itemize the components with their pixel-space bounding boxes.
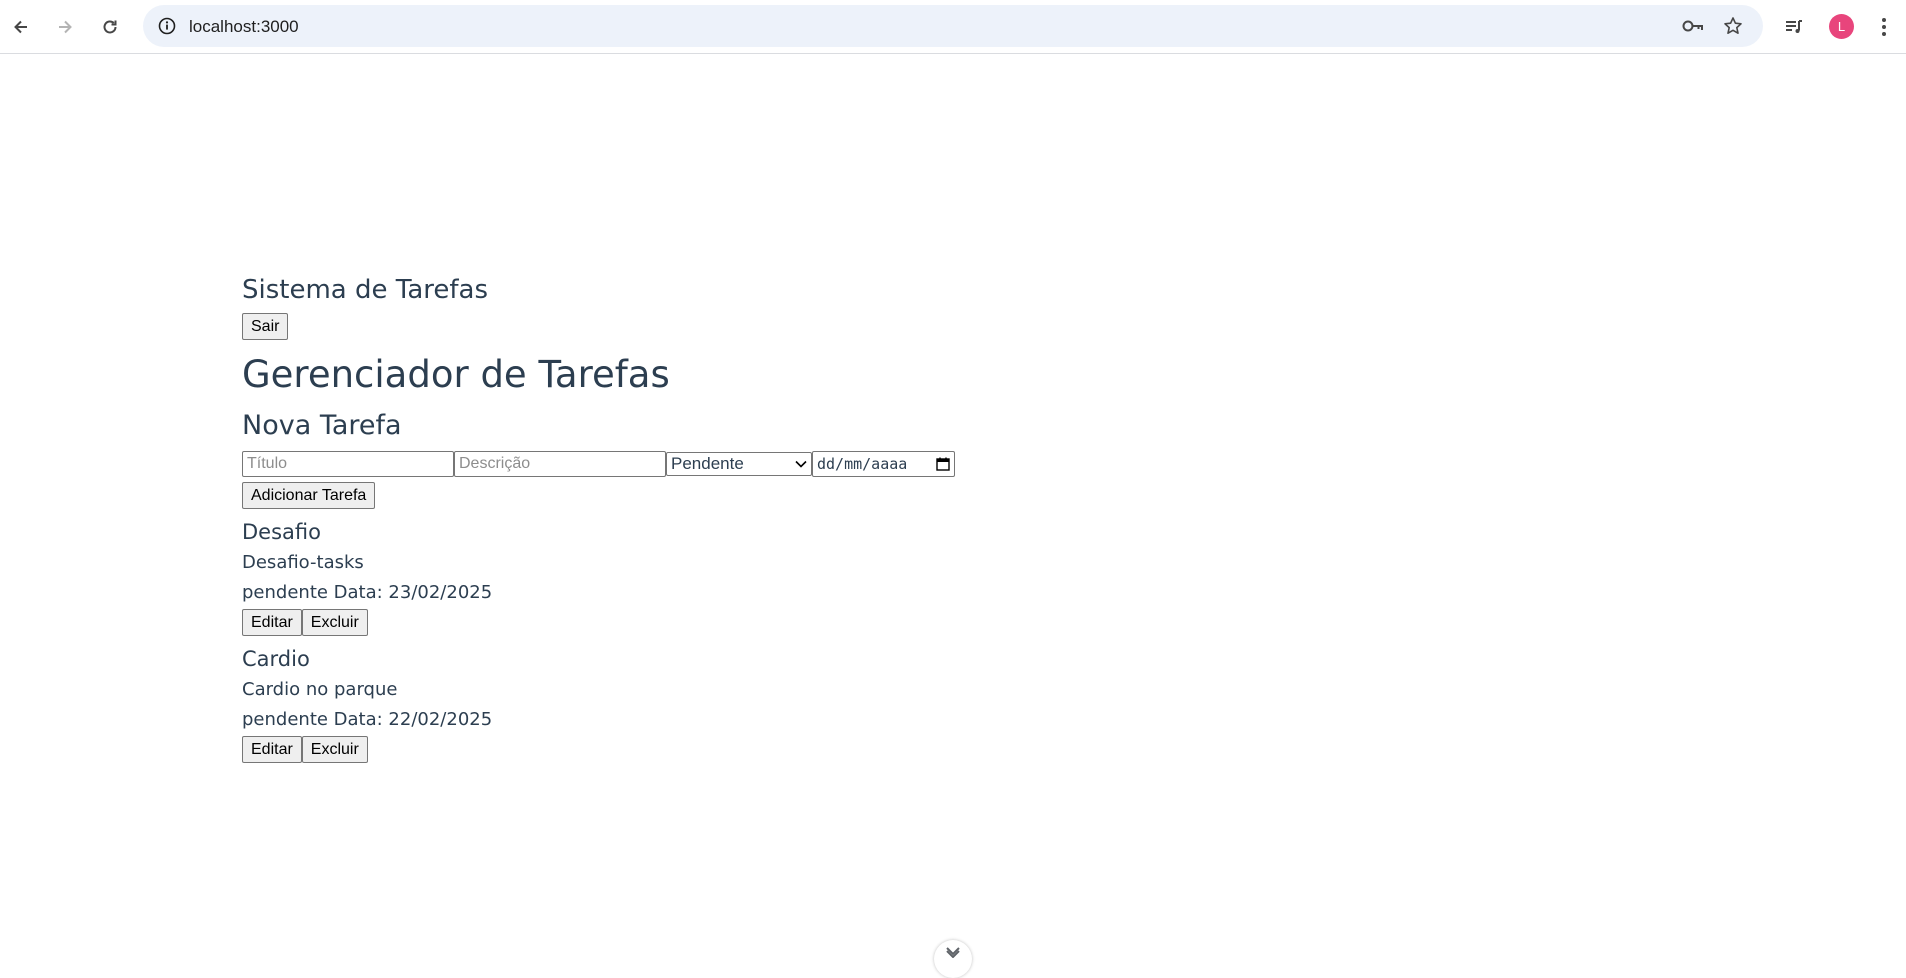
task-status-date: pendente Data: 23/02/2025: [242, 582, 493, 603]
add-task-button[interactable]: Adicionar Tarefa: [242, 482, 376, 509]
address-bar[interactable]: localhost:3000: [143, 5, 1763, 47]
profile-avatar[interactable]: L: [1829, 14, 1854, 39]
logout-button[interactable]: Sair: [242, 313, 289, 340]
media-queue-button[interactable]: [1778, 11, 1810, 43]
edit-task-button[interactable]: Editar: [242, 609, 302, 636]
site-info-button[interactable]: [155, 14, 179, 38]
app-container: Sistema de Tarefas Sair Gerenciador de T…: [242, 270, 1242, 764]
chrome-menu-button[interactable]: [1868, 11, 1900, 43]
task-title: Cardio: [242, 647, 310, 671]
calendar-icon[interactable]: [936, 457, 950, 471]
reload-button[interactable]: [94, 11, 126, 43]
new-task-heading: Nova Tarefa: [242, 410, 402, 441]
task-title: Desafio: [242, 520, 321, 544]
task-item: Desafio Desafio-tasks pendente Data: 23/…: [242, 516, 1242, 637]
forward-button[interactable]: [49, 11, 81, 43]
date-placeholder: dd/mm/aaaa: [817, 455, 908, 473]
chevron-down-icon: [946, 947, 960, 958]
password-button[interactable]: [1681, 14, 1705, 38]
key-icon: [1682, 20, 1703, 32]
site-info-icon: [158, 17, 176, 35]
title-input[interactable]: [242, 451, 454, 477]
delete-task-button[interactable]: Excluir: [301, 736, 368, 763]
date-input[interactable]: dd/mm/aaaa: [812, 451, 955, 477]
task-item: Cardio Cardio no parque pendente Data: 2…: [242, 643, 1242, 764]
edit-task-button[interactable]: Editar: [242, 736, 302, 763]
star-icon: [1724, 17, 1742, 34]
description-input[interactable]: [454, 451, 666, 477]
delete-task-button[interactable]: Excluir: [301, 609, 368, 636]
back-button[interactable]: [5, 11, 37, 43]
url-text[interactable]: localhost:3000: [189, 17, 299, 37]
media-queue-icon: [1786, 20, 1802, 33]
page-title: Gerenciador de Tarefas: [242, 353, 670, 396]
chevron-down-icon: [795, 460, 807, 468]
app-title: Sistema de Tarefas: [242, 275, 489, 305]
task-description: Cardio no parque: [242, 679, 398, 700]
task-status-date: pendente Data: 22/02/2025: [242, 709, 493, 730]
bookmark-button[interactable]: [1721, 14, 1745, 38]
reload-icon: [103, 20, 117, 34]
menu-dots-icon: [1882, 18, 1886, 36]
status-select[interactable]: Pendente: [666, 452, 812, 476]
browser-toolbar: localhost:3000 L: [0, 0, 1906, 54]
profile-initial: L: [1837, 19, 1846, 34]
status-select-value: Pendente: [671, 454, 744, 473]
new-task-form: Pendente dd/mm/aaaa: [242, 450, 1242, 478]
forward-icon: [59, 20, 72, 34]
scroll-down-button[interactable]: [934, 940, 972, 978]
task-description: Desafio-tasks: [242, 552, 364, 573]
back-icon: [14, 20, 27, 34]
